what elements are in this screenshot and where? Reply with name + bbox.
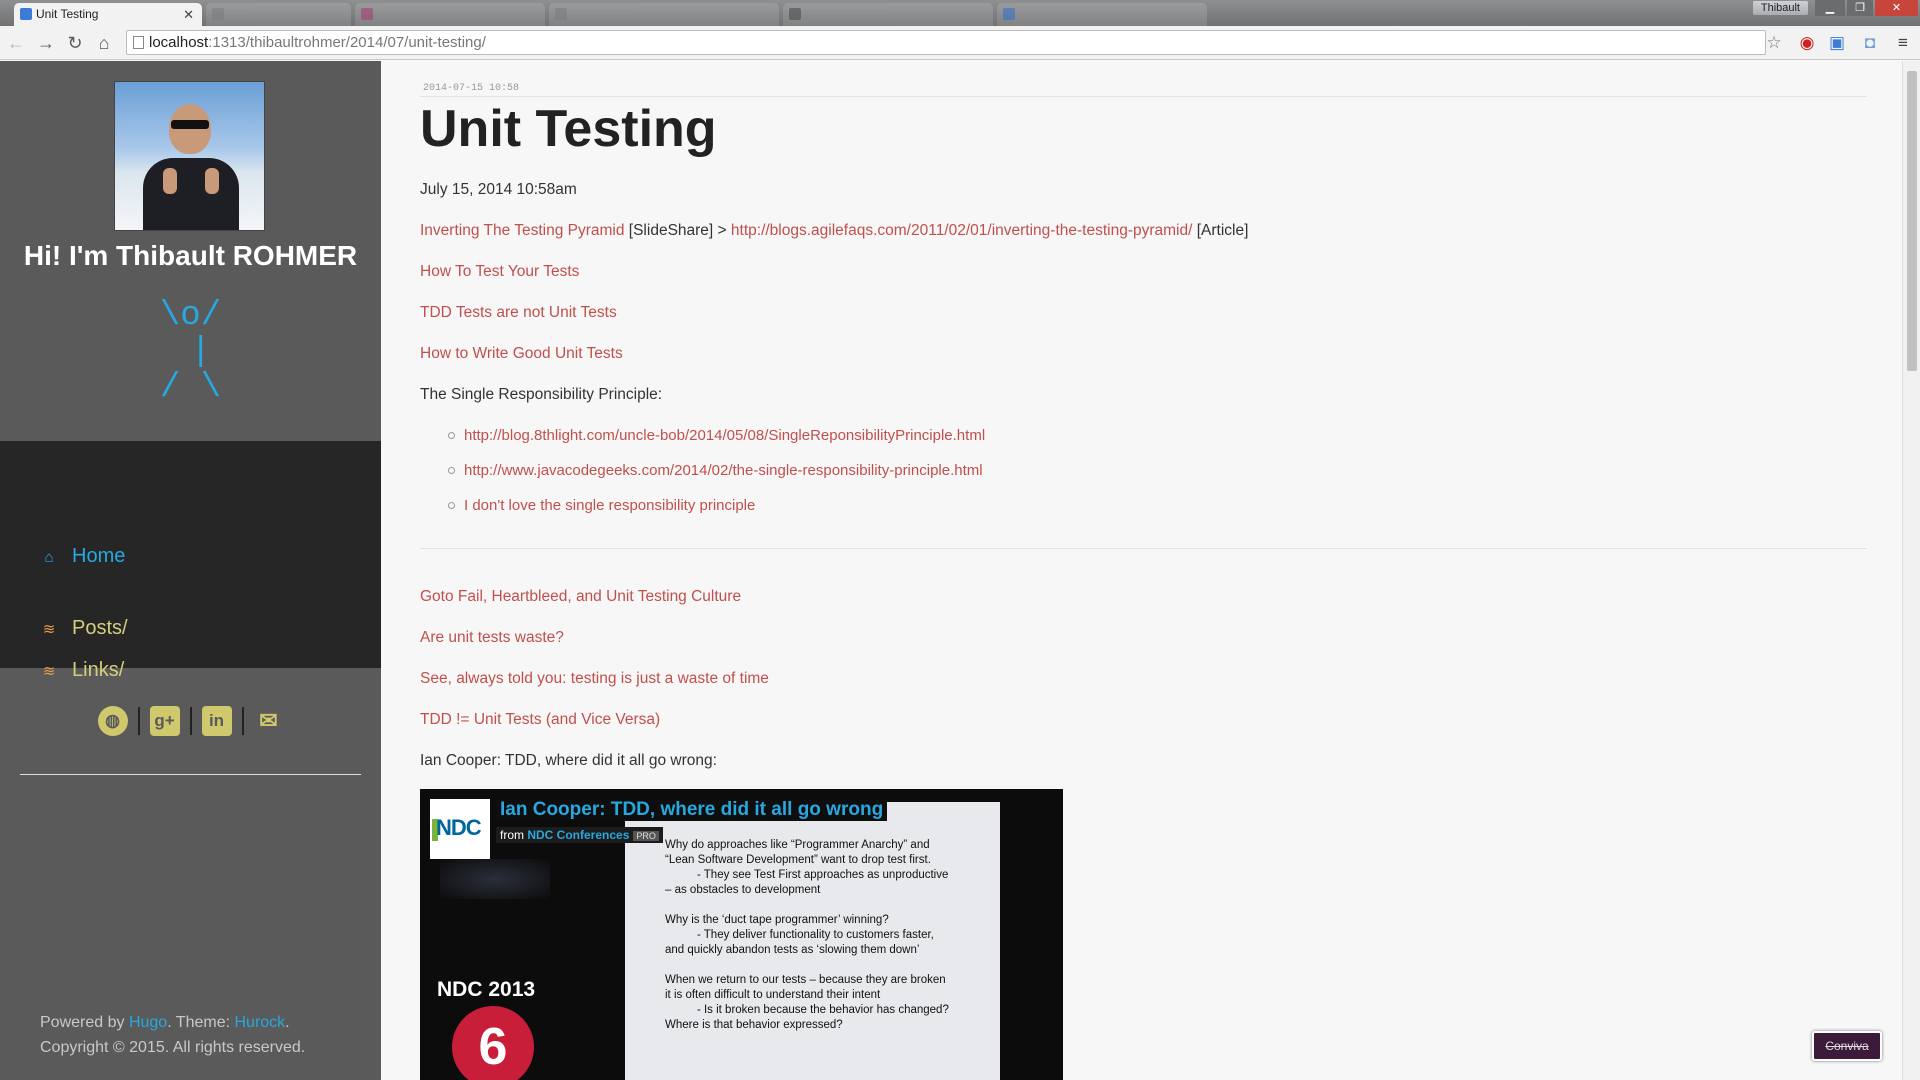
list-item[interactable]: http://blog.8thlight.com/uncle-bob/2014/… — [447, 427, 985, 444]
hugo-link[interactable]: Hugo — [129, 1014, 167, 1031]
day-badge: 6 — [452, 1006, 534, 1080]
profile-button[interactable]: Thibault — [1752, 1, 1808, 15]
stickman-logo: \o/ | / \ — [159, 297, 222, 407]
paragraph: Inverting The Testing Pyramid [SlideShar… — [420, 222, 1248, 240]
forward-icon[interactable]: → — [34, 31, 58, 55]
event-label: NDC 2013 — [437, 978, 536, 1001]
link-tdd-vice-versa[interactable]: TDD != Unit Tests (and Vice Versa) — [420, 711, 660, 729]
url-host: localhost — [149, 34, 209, 51]
video-embed[interactable]: Why do approaches like “Programmer Anarc… — [420, 789, 1063, 1080]
extension-icon[interactable]: ▣ — [1826, 32, 1848, 54]
nav-label: Home — [72, 545, 126, 567]
avatar — [114, 81, 265, 231]
link-good-unit-tests[interactable]: How to Write Good Unit Tests — [420, 345, 623, 363]
post-timestamp: 2014-07-15 10:58 — [423, 83, 520, 94]
site-greeting: Hi! I'm Thibault ROHMER — [23, 240, 358, 271]
social-links: ◍ g+ in ✉ — [0, 706, 381, 742]
address-bar[interactable]: localhost:1313/thibaultrohmer/2014/07/un… — [126, 30, 1766, 55]
nav-item-posts[interactable]: ≋ Posts/ — [40, 617, 128, 640]
tab-background[interactable] — [355, 3, 545, 26]
scrollbar[interactable] — [1902, 61, 1920, 1080]
text: [SlideShare] > — [624, 222, 731, 239]
nav-label: Links/ — [72, 659, 125, 681]
tab-title: Unit Testing — [36, 7, 99, 21]
site-footer: Powered by Hugo. Theme: Hurock. Copyrigh… — [40, 1010, 305, 1060]
link-agilefaqs[interactable]: http://blogs.agilefaqs.com/2011/02/01/in… — [731, 222, 1193, 239]
browser-tab-bar: Unit Testing ✕ Thibault ▁ ❐ ✕ — [0, 0, 1920, 26]
divider — [20, 774, 361, 775]
bookmark-star-icon[interactable]: ☆ — [1763, 32, 1785, 54]
tab-favicon-icon — [1003, 8, 1015, 20]
tab-background[interactable] — [206, 3, 351, 26]
footer-text: . Theme: — [167, 1014, 235, 1031]
footer-text: Powered by — [40, 1014, 129, 1031]
tab-favicon-icon — [212, 8, 224, 20]
minimize-icon[interactable]: ▁ — [1815, 0, 1845, 16]
linkedin-icon[interactable]: in — [201, 706, 232, 736]
channel-link[interactable]: NDC Conferences — [527, 828, 629, 842]
tab-background[interactable] — [549, 3, 779, 26]
sidebar-nav: ⌂ Home ≋ Posts/ ≋ Links/ — [0, 441, 381, 681]
reload-icon[interactable]: ↻ — [63, 31, 87, 55]
post-date: July 15, 2014 10:58am — [420, 181, 577, 198]
list-item[interactable]: I don't love the single responsibility p… — [447, 497, 755, 514]
camera-icon[interactable]: ◘ — [1859, 32, 1881, 54]
close-window-icon[interactable]: ✕ — [1875, 0, 1918, 16]
nav-item-links[interactable]: ≋ Links/ — [40, 659, 125, 682]
video-byline: from NDC Conferences PRO — [496, 827, 663, 843]
tab-favicon-icon — [361, 8, 373, 20]
video-camera-image — [440, 859, 550, 899]
tab-favicon-icon — [20, 8, 32, 20]
byline-text: from — [500, 828, 528, 842]
text: [Article] — [1192, 222, 1249, 239]
rss-icon: ≋ — [42, 621, 56, 638]
main-content: 2014-07-15 10:58 Unit Testing July 15, 2… — [382, 61, 1902, 1080]
scrollbar-thumb[interactable] — [1907, 71, 1917, 371]
nav-label: Posts/ — [72, 617, 128, 639]
google-plus-icon[interactable]: g+ — [149, 706, 180, 736]
page-title: Unit Testing — [420, 100, 717, 158]
home-icon[interactable]: ⌂ — [92, 31, 116, 55]
github-icon[interactable]: ◍ — [97, 706, 128, 736]
tab-background[interactable] — [783, 3, 993, 26]
logo-text: NDC — [436, 815, 482, 840]
video-label: Ian Cooper: TDD, where did it all go wro… — [420, 752, 717, 769]
link-test-your-tests[interactable]: How To Test Your Tests — [420, 263, 579, 281]
opera-extension-icon[interactable]: ◉ — [1796, 32, 1818, 54]
tab-unit-testing[interactable]: Unit Testing ✕ — [14, 3, 202, 26]
link-waste-of-time[interactable]: See, always told you: testing is just a … — [420, 670, 769, 688]
link-unit-tests-waste[interactable]: Are unit tests waste? — [420, 629, 564, 647]
divider — [420, 96, 1867, 97]
link-inverting-pyramid[interactable]: Inverting The Testing Pyramid — [420, 222, 624, 239]
pro-badge: PRO — [633, 831, 659, 841]
footer-text: . — [285, 1014, 290, 1031]
ndc-logo: NDC — [430, 799, 490, 859]
home-icon: ⌂ — [44, 549, 54, 566]
video-slide: Why do approaches like “Programmer Anarc… — [625, 802, 1000, 1080]
close-tab-icon[interactable]: ✕ — [183, 3, 194, 26]
video-title[interactable]: Ian Cooper: TDD, where did it all go wro… — [496, 799, 888, 821]
mail-icon[interactable]: ✉ — [254, 706, 284, 736]
browser-toolbar: ← → ↻ ⌂ localhost:1313/thibaultrohmer/20… — [0, 26, 1920, 60]
copyright: Copyright © 2015. All rights reserved. — [40, 1039, 306, 1056]
nav-item-home[interactable]: ⌂ Home — [40, 545, 125, 568]
divider — [420, 548, 1867, 549]
rss-icon: ≋ — [42, 663, 56, 680]
back-icon[interactable]: ← — [4, 31, 28, 55]
sidebar: Hi! I'm Thibault ROHMER \o/ | / \ ⌂ Home … — [0, 61, 381, 1080]
tab-favicon-icon — [789, 8, 801, 20]
link-goto-fail[interactable]: Goto Fail, Heartbleed, and Unit Testing … — [420, 588, 741, 606]
url-path: :1313/thibaultrohmer/2014/07/unit-testin… — [208, 34, 486, 51]
menu-icon[interactable]: ≡ — [1892, 32, 1914, 54]
tab-favicon-icon — [555, 8, 567, 20]
slide-text: Why do approaches like “Programmer Anarc… — [665, 839, 949, 1031]
srp-label: The Single Responsibility Principle: — [420, 386, 663, 403]
tab-background[interactable] — [997, 3, 1207, 26]
list-item[interactable]: http://www.javacodegeeks.com/2014/02/the… — [448, 462, 983, 479]
link-tdd-not-unit[interactable]: TDD Tests are not Unit Tests — [420, 304, 617, 322]
page-icon — [133, 36, 144, 49]
maximize-icon[interactable]: ❐ — [1847, 0, 1873, 16]
conviva-extension-badge[interactable]: Conviva — [1812, 1031, 1882, 1061]
theme-link[interactable]: Hurock — [234, 1014, 285, 1031]
